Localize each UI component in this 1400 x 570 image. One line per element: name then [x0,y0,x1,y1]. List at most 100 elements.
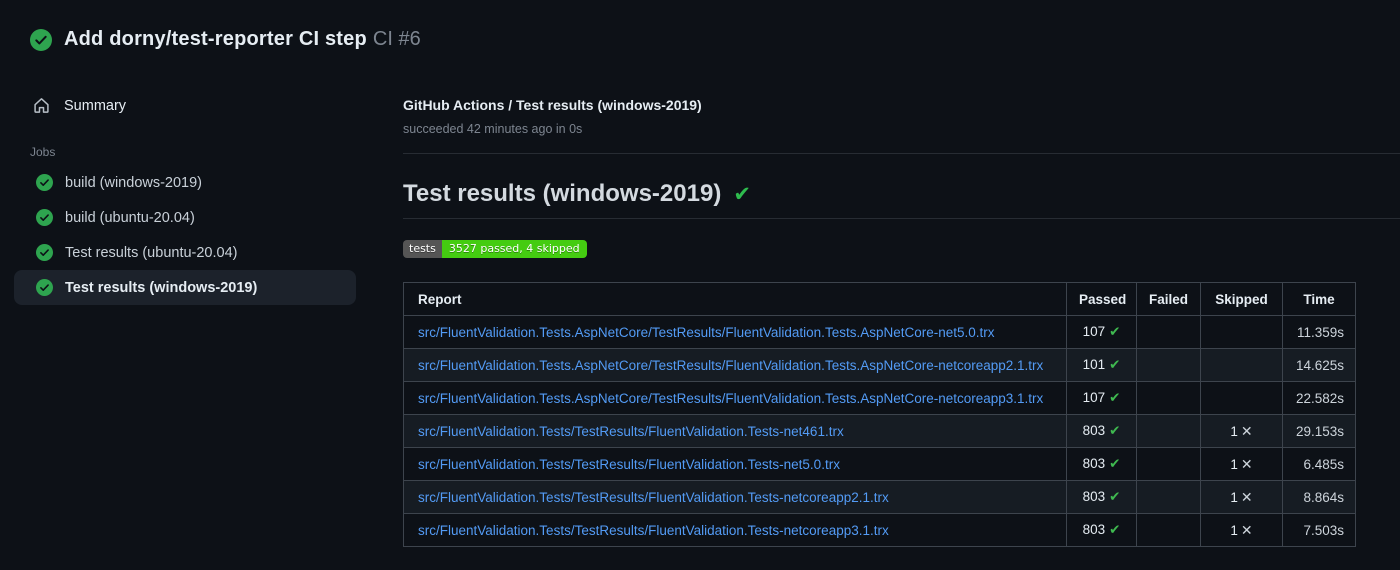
badge-value: 3527 passed, 4 skipped [441,240,587,258]
sidebar-job-item[interactable]: Test results (windows-2019) [14,270,356,305]
sidebar: Summary Jobs build (windows-2019) build (… [0,88,372,305]
job-label: build (windows-2019) [65,174,203,191]
divider [403,153,1400,154]
check-run-title: GitHub Actions / Test results (windows-2… [403,97,702,113]
table-row: src/FluentValidation.Tests/TestResults/F… [403,513,1356,547]
pass-check-icon: ✔ [1109,456,1121,471]
passed-count: 803 [1082,456,1106,471]
pass-check-icon: ✔ [1109,423,1121,438]
passed-count: 803 [1082,522,1106,537]
job-label: Test results (ubuntu-20.04) [65,244,238,261]
success-check-circle-icon [36,209,53,226]
report-link[interactable]: src/FluentValidation.Tests/TestResults/F… [418,424,844,439]
skipped-cell [1200,348,1283,382]
skipped-count: 1 [1230,423,1238,439]
skipped-count: 1 [1230,456,1238,472]
report-cell: src/FluentValidation.Tests/TestResults/F… [403,447,1067,481]
passed-count: 107 [1082,324,1106,339]
table-row: src/FluentValidation.Tests.AspNetCore/Te… [403,381,1356,415]
time-cell: 11.359s [1282,315,1356,349]
passed-cell: 803 ✔ [1066,447,1137,481]
report-link[interactable]: src/FluentValidation.Tests.AspNetCore/Te… [418,358,1043,373]
check-run-status: succeeded 42 minutes ago in 0s [403,122,583,136]
skip-x-icon: ✕ [1240,455,1253,472]
run-title: Add dorny/test-reporter CI step [64,28,367,50]
table-row: src/FluentValidation.Tests.AspNetCore/Te… [403,315,1356,349]
green-check-icon: ✔ [733,182,751,206]
report-cell: src/FluentValidation.Tests/TestResults/F… [403,414,1067,448]
home-icon [34,98,49,113]
passed-cell: 101 ✔ [1066,348,1137,382]
column-header-report: Report [403,282,1067,316]
column-header-passed: Passed [1066,282,1137,316]
badge-label: tests [403,240,442,258]
skipped-cell: 1 ✕ [1200,447,1283,481]
report-link[interactable]: src/FluentValidation.Tests.AspNetCore/Te… [418,325,995,340]
skipped-count: 1 [1230,489,1238,505]
tests-badge: tests 3527 passed, 4 skipped [403,240,587,258]
job-label: Test results (windows-2019) [65,279,258,296]
section-title: Test results (windows-2019) ✔ [403,180,1400,219]
skipped-cell: 1 ✕ [1200,480,1283,514]
skip-x-icon: ✕ [1240,521,1253,538]
passed-cell: 107 ✔ [1066,315,1137,349]
success-check-circle-icon [36,174,53,191]
column-header-time: Time [1282,282,1356,316]
time-cell: 29.153s [1282,414,1356,448]
passed-cell: 803 ✔ [1066,513,1137,547]
pass-check-icon: ✔ [1109,522,1121,537]
passed-count: 107 [1082,390,1106,405]
passed-cell: 107 ✔ [1066,381,1137,415]
table-row: src/FluentValidation.Tests.AspNetCore/Te… [403,348,1356,382]
time-cell: 8.864s [1282,480,1356,514]
report-link[interactable]: src/FluentValidation.Tests/TestResults/F… [418,490,889,505]
passed-cell: 803 ✔ [1066,480,1137,514]
skipped-cell: 1 ✕ [1200,513,1283,547]
pass-check-icon: ✔ [1109,324,1121,339]
test-results-table: Report Passed Failed Skipped Time src/Fluent… [403,282,1356,547]
jobs-list: build (windows-2019) build (ubuntu-20.04)… [0,165,372,305]
failed-cell [1136,315,1201,349]
job-label: build (ubuntu-20.04) [65,209,195,226]
pass-check-icon: ✔ [1109,489,1121,504]
passed-count: 803 [1082,489,1106,504]
time-cell: 22.582s [1282,381,1356,415]
report-cell: src/FluentValidation.Tests.AspNetCore/Te… [403,348,1067,382]
time-cell: 7.503s [1282,513,1356,547]
skip-x-icon: ✕ [1240,488,1253,505]
sidebar-job-item[interactable]: build (windows-2019) [14,165,356,200]
passed-count: 101 [1082,357,1106,372]
column-header-failed: Failed [1136,282,1201,316]
report-cell: src/FluentValidation.Tests/TestResults/F… [403,480,1067,514]
passed-cell: 803 ✔ [1066,414,1137,448]
report-link[interactable]: src/FluentValidation.Tests/TestResults/F… [418,523,889,538]
sidebar-job-item[interactable]: Test results (ubuntu-20.04) [14,235,356,270]
run-header: Add dorny/test-reporter CI step CI #6 [30,28,421,51]
failed-cell [1136,480,1201,514]
skipped-cell [1200,315,1283,349]
pass-check-icon: ✔ [1109,390,1121,405]
pass-check-icon: ✔ [1109,357,1121,372]
failed-cell [1136,381,1201,415]
failed-cell [1136,513,1201,547]
table-row: src/FluentValidation.Tests/TestResults/F… [403,447,1356,481]
table-header-row: Report Passed Failed Skipped Time [403,282,1356,316]
report-cell: src/FluentValidation.Tests.AspNetCore/Te… [403,315,1067,349]
summary-label: Summary [64,97,127,114]
check-run-panel: GitHub Actions / Test results (windows-2… [403,97,1400,547]
report-link[interactable]: src/FluentValidation.Tests/TestResults/F… [418,457,840,472]
table-body: src/FluentValidation.Tests.AspNetCore/Te… [403,315,1356,547]
jobs-section-label: Jobs [30,145,56,159]
failed-cell [1136,348,1201,382]
table-row: src/FluentValidation.Tests/TestResults/F… [403,414,1356,448]
run-number: CI #6 [372,28,421,50]
sidebar-job-item[interactable]: build (ubuntu-20.04) [14,200,356,235]
report-cell: src/FluentValidation.Tests.AspNetCore/Te… [403,381,1067,415]
sidebar-item-summary[interactable]: Summary [0,88,372,123]
skipped-cell [1200,381,1283,415]
skipped-cell: 1 ✕ [1200,414,1283,448]
report-link[interactable]: src/FluentValidation.Tests.AspNetCore/Te… [418,391,1043,406]
failed-cell [1136,447,1201,481]
success-check-circle-icon [36,244,53,261]
section-title-text: Test results (windows-2019) [403,180,722,207]
